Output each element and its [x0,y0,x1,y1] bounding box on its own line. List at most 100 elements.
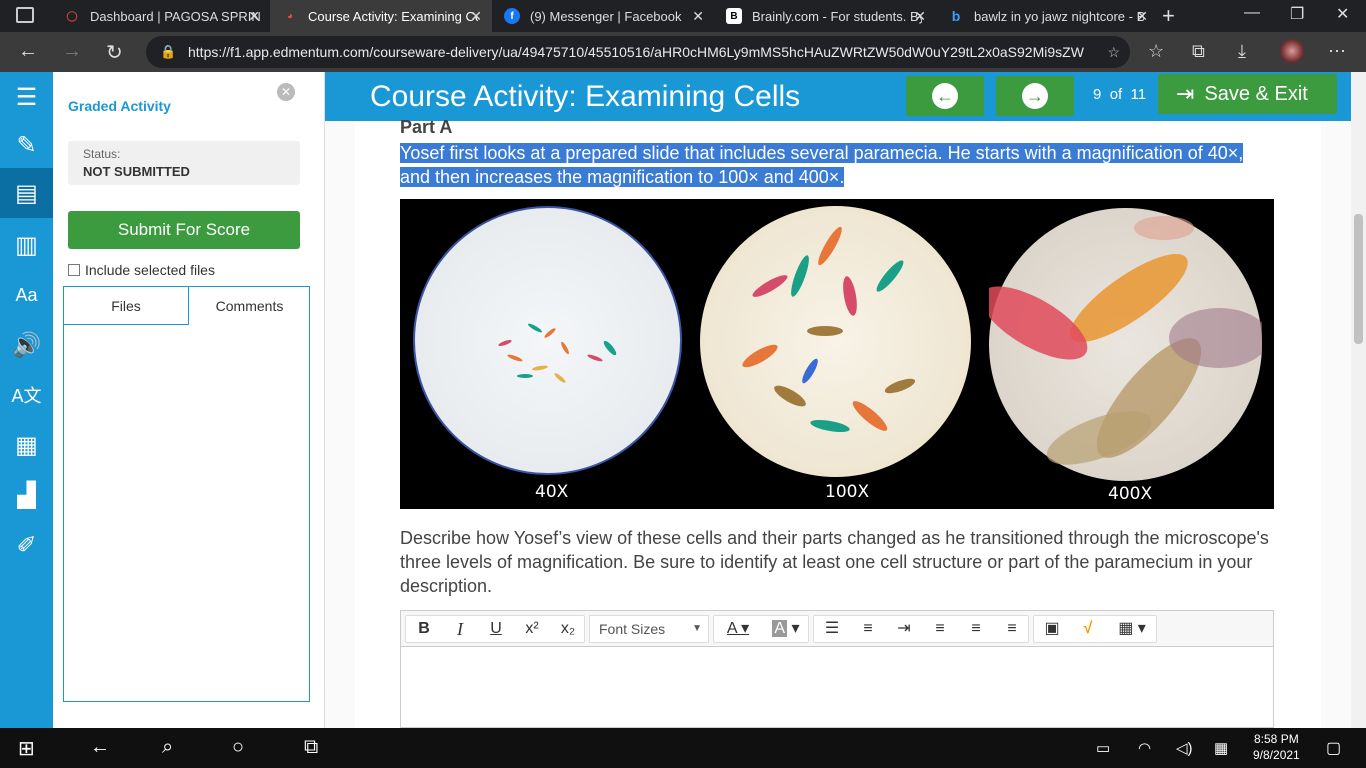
page-current: 9 [1093,86,1102,103]
edmentum-icon: ◕ [286,10,294,22]
close-tab-icon[interactable]: ✕ [914,8,926,25]
cortana-icon[interactable]: ○ [232,736,244,759]
browser-tab-messenger[interactable]: f (9) Messenger | Facebook ✕ [492,0,714,32]
font-color-icon[interactable]: A ▾ [714,616,762,642]
close-tab-icon[interactable]: ✕ [692,8,704,25]
reload-icon[interactable]: ↻ [106,40,123,65]
save-exit-label: Save & Exit [1204,82,1308,105]
align-right-icon[interactable]: ≡ [994,616,1030,642]
background-color-icon[interactable]: A ▾ [762,616,810,642]
window-close-icon[interactable]: ✕ [1336,4,1349,24]
calculator-icon[interactable]: ▦ [0,420,53,470]
intro-text-selected: Yosef first looks at a prepared slide th… [400,143,1244,187]
align-left-icon[interactable]: ≡ [922,616,958,642]
include-files-checkbox[interactable] [68,264,80,276]
wifi-icon[interactable]: ◠ [1138,739,1151,757]
more-menu-icon[interactable]: ⋯ [1328,41,1346,62]
numbered-list-icon[interactable]: ≡ [850,616,886,642]
save-exit-button[interactable]: ⇥ Save & Exit [1158,74,1337,114]
close-tab-icon[interactable]: ✕ [248,8,260,25]
panel-title: Graded Activity [68,98,171,114]
bing-icon: b [951,8,961,24]
forward-icon[interactable]: → [62,40,82,63]
restore-icon[interactable]: ❐ [1290,4,1304,24]
translate-icon[interactable]: A文 [0,370,53,420]
pagosa-icon: ◯ [66,10,78,22]
browser-tab-bing[interactable]: b bawlz in yo jawz nightcore - B ✕ [936,0,1158,32]
superscript-icon[interactable]: x² [514,616,550,642]
favorites-icon[interactable]: ☆ [1148,41,1164,62]
dictionary-icon[interactable]: Aa [0,270,53,320]
new-tab-icon[interactable]: + [1162,3,1175,29]
editor-toolbar: B I U x² x₂ Font Sizes ▼ A ▾ A ▾ ☰ ≡ ⇥ ≡… [401,611,1273,647]
url-bar[interactable]: 🔒 https://f1.app.edmentum.com/courseware… [146,36,1130,68]
facebook-icon: f [504,8,520,24]
status-label: Status: [83,147,121,161]
microscope-image: 40X 100X 400X [400,199,1274,509]
volume-icon[interactable]: ◁) [1176,739,1193,757]
taskbar-back-icon[interactable]: ← [90,736,110,759]
text-to-speech-icon[interactable]: 🔊 [0,320,53,370]
subscript-icon[interactable]: x₂ [550,616,586,642]
keyboard-icon[interactable]: ▦ [1214,739,1228,757]
tab-title: (9) Messenger | Facebook [530,8,682,24]
tab-files[interactable]: Files [64,287,188,325]
highlighter-icon[interactable]: ✐ [0,520,53,570]
align-center-icon[interactable]: ≡ [958,616,994,642]
activity-content: Part A Yosef first looks at a prepared s… [355,117,1321,728]
activity-header: Course Activity: Examining Cells ← → 9 o… [325,72,1351,121]
tab-title: Dashboard | PAGOSA SPRING [90,8,260,24]
clock-date: 9/8/2021 [1253,748,1300,762]
format-group: B I U x² x₂ [405,615,585,643]
collections-icon[interactable]: ⧉ [1192,41,1205,62]
task-view-icon[interactable]: ⧉ [304,736,318,759]
notifications-icon[interactable]: ▢ [1326,738,1341,758]
files-comments-tabs: Files Comments [63,286,310,702]
battery-icon[interactable]: ▭ [1096,739,1110,757]
next-button[interactable]: → [996,76,1074,116]
table-icon[interactable]: ▦ ▾ [1106,616,1158,642]
close-panel-icon[interactable]: ✕ [277,83,295,101]
profile-avatar[interactable] [1280,39,1304,63]
equation-icon[interactable]: √ [1070,616,1106,642]
chart-tool-icon[interactable]: ▟ [0,470,53,520]
include-files-label: Include selected files [85,262,215,278]
tab-comments[interactable]: Comments [188,287,310,325]
underline-icon[interactable]: U [478,616,514,642]
close-tab-icon[interactable]: ✕ [1136,8,1148,25]
bullet-list-icon[interactable]: ☰ [814,616,850,642]
tab-title: Course Activity: Examining Ce [308,8,478,24]
search-icon[interactable]: ⌕ [162,736,173,759]
browser-tab-course-activity[interactable]: ◕ Course Activity: Examining Ce ✕ [270,0,492,32]
notes-edit-icon[interactable]: ✎ [0,120,53,170]
graded-activity-panel: ✕ Graded Activity Status: NOT SUBMITTED … [53,72,325,728]
include-files-option[interactable]: Include selected files [68,262,215,278]
submit-for-score-button[interactable]: Submit For Score [68,211,300,249]
font-sizes-select[interactable]: Font Sizes ▼ [589,615,709,643]
arrow-right-icon: → [1022,83,1048,109]
activity-icon[interactable]: ▤ [0,168,53,218]
browser-tab-dashboard[interactable]: ◯ Dashboard | PAGOSA SPRING ✕ [52,0,270,32]
library-icon[interactable]: ▥ [0,220,53,270]
close-tab-icon[interactable]: ✕ [470,8,482,25]
bold-icon[interactable]: B [406,616,442,642]
browser-tab-bar: ◯ Dashboard | PAGOSA SPRING ✕ ◕ Course A… [0,0,1366,32]
page-scrollbar[interactable] [1351,72,1366,728]
add-favorite-icon[interactable]: ☆ [1107,36,1120,68]
windows-taskbar: ⊞ ← ⌕ ○ ⧉ ▭ ◠ ◁) ▦ 8:58 PM 9/8/2021 ▢ [0,728,1366,768]
view-400x [980,208,1269,481]
browser-tab-brainly[interactable]: B Brainly.com - For students. By ✕ [714,0,936,32]
indent-icon[interactable]: ⇥ [886,616,922,642]
previous-button[interactable]: ← [906,76,984,116]
windows-start-icon[interactable]: ⊞ [18,736,35,761]
scrollbar-thumb[interactable] [1354,214,1363,344]
italic-icon[interactable]: I [442,616,478,642]
tab-actions-icon[interactable] [16,7,34,23]
downloads-icon[interactable]: ⤓ [1238,41,1246,62]
menu-list-icon[interactable]: ☰ [0,72,53,122]
image-icon[interactable]: ▣ [1034,616,1070,642]
back-icon[interactable]: ← [18,40,38,63]
font-sizes-label: Font Sizes [599,621,666,637]
system-clock[interactable]: 8:58 PM 9/8/2021 [1253,731,1300,763]
minimize-icon[interactable]: — [1244,4,1260,22]
